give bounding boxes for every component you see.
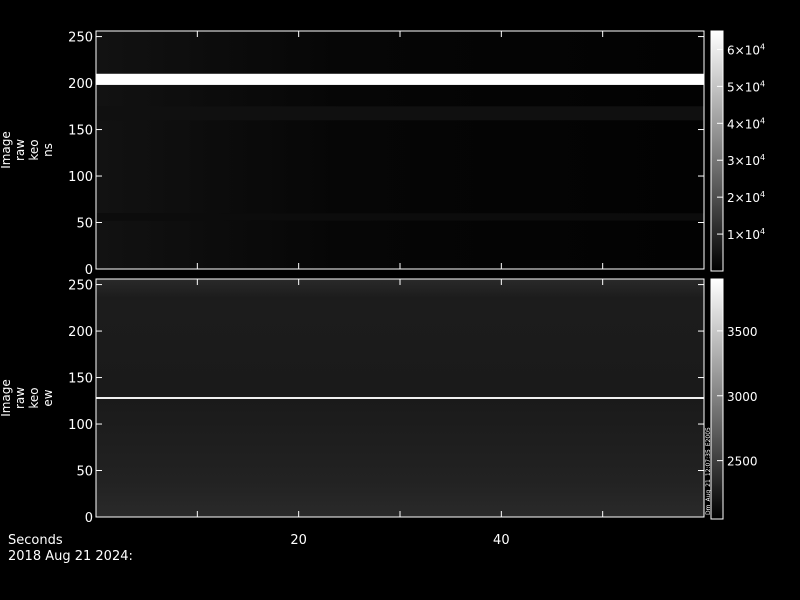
- panel-ns-colorbar-tick-label: 4×104: [727, 116, 765, 131]
- panel-ns-feature-band: [96, 73, 704, 85]
- panel-ew-colorbar: [710, 278, 724, 520]
- panel-ns-y-tick-label: 250: [68, 31, 93, 46]
- panel-ns-y-tick-label: 50: [76, 217, 93, 232]
- panel-ns-colorbar-tick-label: 5×104: [727, 79, 765, 94]
- panel-ns-feature-band: [96, 106, 704, 121]
- panel-ns-ylabel-line: keo: [27, 139, 41, 160]
- panel-ew-colorbar-tick-label: 3000: [727, 390, 758, 404]
- x-axis-label: Seconds: [8, 533, 63, 548]
- panel-ew-ylabel-line: ew: [41, 389, 55, 406]
- panel-ns-ylabel-line: ns: [41, 143, 55, 157]
- panel-ns-y-tick-label: 150: [68, 124, 93, 139]
- panel-ns-colorbar-tick-label: 6×104: [727, 42, 765, 57]
- panel-ns-y-tick-label: 200: [68, 77, 93, 92]
- panel-ew-y-tick-label: 150: [68, 372, 93, 387]
- x-tick-label: 20: [290, 533, 307, 548]
- panel-ns: 0 50 100 150 200 250 Image raw keo ns 1×104 2×…: [0, 30, 765, 278]
- panel-ew-colorbar-tick-label: 3500: [727, 325, 758, 339]
- panel-ns-y-tick-label: 100: [68, 170, 93, 185]
- panel-ew: 0 50 100 150 200 250 Image raw keo ew 2500 300…: [0, 278, 758, 526]
- panel-ns-y-tick-label: 0: [85, 263, 93, 278]
- panel-ns-colorbar-tick-label: 1×104: [727, 227, 765, 242]
- panel-ns-ylabel: Image raw keo ns: [0, 131, 55, 169]
- panel-ns-feature-band: [96, 213, 704, 221]
- panel-ew-ylabel: Image raw keo ew: [0, 379, 55, 417]
- x-axis-tick-labels: 20 40: [290, 533, 509, 548]
- panel-ns-colorbar-tick-label: 3×104: [727, 153, 765, 168]
- keogram-figure: 050100150200250 Image raw keo ns 1×1042×…: [0, 30, 765, 564]
- panel-ew-y-tick-label: 100: [68, 418, 93, 433]
- x-tick-label: 40: [493, 533, 510, 548]
- panel-ns-image: [96, 31, 704, 269]
- panel-ew-colorbar-tick-label: 2500: [727, 455, 758, 469]
- panel-ns-colorbar: [710, 30, 724, 272]
- panel-ew-y-tick-label: 50: [76, 465, 93, 480]
- panel-ew-ylabel-line: keo: [27, 387, 41, 408]
- panel-ew-ylabel-line: Image: [0, 379, 13, 417]
- panel-ns-ylabel-line: Image: [0, 131, 13, 169]
- panel-ew-y-tick-label: 200: [68, 325, 93, 340]
- panel-ns-ylabel-line: raw: [13, 139, 27, 161]
- date-label: 2018 Aug 21 2024:: [8, 549, 133, 564]
- panel-ew-colorbar-side-text: Dm_Aug_21_12:07:35_E2005: [705, 427, 712, 515]
- panel-ew-ylabel-line: raw: [13, 387, 27, 409]
- panel-ew-y-tick-label: 0: [85, 511, 93, 526]
- panel-ns-colorbar-tick-label: 2×104: [727, 190, 765, 205]
- panel-ew-y-tick-label: 250: [68, 279, 93, 294]
- panel-ns-colorbar-ticks: 1×104 2×104 3×104 4×104 5×104 6×104: [717, 42, 765, 242]
